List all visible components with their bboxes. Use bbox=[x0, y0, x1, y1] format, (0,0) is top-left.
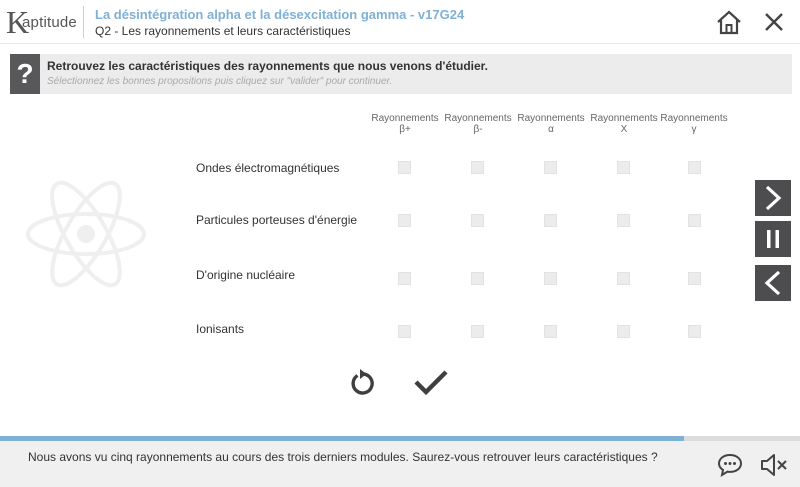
column-header-line2: X bbox=[620, 124, 628, 135]
column-header-line2: β- bbox=[473, 124, 483, 135]
close-button[interactable] bbox=[760, 8, 788, 36]
validate-button[interactable] bbox=[413, 366, 449, 398]
logo-text: aptitude bbox=[22, 14, 77, 31]
close-icon bbox=[765, 13, 783, 31]
column-header-beta-plus: Rayonnements β+ bbox=[365, 113, 445, 135]
checkbox-r4-alpha[interactable] bbox=[544, 325, 557, 338]
row-label-energy-particles: Particules porteuses d'énergie bbox=[196, 213, 358, 227]
checkbox-r2-beta-minus[interactable] bbox=[471, 214, 484, 227]
reset-icon bbox=[351, 369, 374, 395]
checkbox-r4-beta-minus[interactable] bbox=[471, 325, 484, 338]
column-header-beta-minus: Rayonnements β- bbox=[438, 113, 518, 135]
atom-icon bbox=[26, 180, 146, 288]
checkbox-r2-x[interactable] bbox=[617, 214, 630, 227]
column-header-line1: Rayonnements bbox=[590, 113, 658, 124]
footer: Nous avons vu cinq rayonnements au cours… bbox=[0, 441, 800, 487]
pause-icon bbox=[767, 230, 779, 248]
checkbox-r4-x[interactable] bbox=[617, 325, 630, 338]
pause-button[interactable] bbox=[755, 221, 791, 257]
row-label-electromagnetic: Ondes électromagnétiques bbox=[196, 161, 340, 175]
home-icon bbox=[717, 10, 741, 35]
previous-button[interactable] bbox=[755, 265, 791, 301]
checkbox-r2-beta-plus[interactable] bbox=[398, 214, 411, 227]
column-header-alpha: Rayonnements α bbox=[511, 113, 591, 135]
checkbox-r4-gamma[interactable] bbox=[688, 325, 701, 338]
column-header-line1: Rayonnements bbox=[660, 113, 728, 124]
checkbox-r1-gamma[interactable] bbox=[688, 161, 701, 174]
home-button[interactable] bbox=[714, 8, 744, 36]
chat-button[interactable] bbox=[717, 452, 743, 478]
checkbox-r4-beta-plus[interactable] bbox=[398, 325, 411, 338]
sound-button[interactable] bbox=[759, 452, 789, 478]
header: K aptitude La désintégration alpha et la… bbox=[0, 0, 800, 44]
chevron-right-icon bbox=[765, 185, 782, 211]
chat-icon bbox=[717, 453, 743, 478]
checkbox-r2-gamma[interactable] bbox=[688, 214, 701, 227]
checkbox-r1-beta-minus[interactable] bbox=[471, 161, 484, 174]
row-label-nuclear-origin: D'origine nucléaire bbox=[196, 268, 296, 282]
question-text: Retrouvez les caractéristiques des rayon… bbox=[47, 59, 488, 73]
column-header-line1: Rayonnements bbox=[444, 113, 512, 124]
column-header-line2: α bbox=[548, 124, 554, 135]
checkbox-r1-x[interactable] bbox=[617, 161, 630, 174]
checkbox-r1-alpha[interactable] bbox=[544, 161, 557, 174]
checkbox-r1-beta-plus[interactable] bbox=[398, 161, 411, 174]
column-header-gamma: Rayonnements γ bbox=[654, 113, 734, 135]
checkbox-r3-alpha[interactable] bbox=[544, 272, 557, 285]
column-header-line2: β+ bbox=[399, 124, 411, 135]
header-divider bbox=[83, 6, 84, 38]
column-header-line1: Rayonnements bbox=[371, 113, 439, 124]
checkmark-icon bbox=[414, 370, 448, 396]
question-subtitle: Q2 - Les rayonnements et leurs caractéri… bbox=[95, 24, 351, 38]
speaker-icon bbox=[761, 454, 787, 476]
checkbox-r3-beta-minus[interactable] bbox=[471, 272, 484, 285]
question-mark-icon: ? bbox=[10, 54, 40, 94]
reset-button[interactable] bbox=[347, 366, 377, 398]
module-title: La désintégration alpha et la désexcitat… bbox=[95, 7, 465, 22]
kaptitude-logo: K aptitude bbox=[6, 4, 86, 40]
row-label-ionizing: Ionisants bbox=[196, 322, 245, 336]
column-header-line2: γ bbox=[691, 124, 697, 135]
checkbox-r3-x[interactable] bbox=[617, 272, 630, 285]
checkbox-r2-alpha[interactable] bbox=[544, 214, 557, 227]
narration-text: Nous avons vu cinq rayonnements au cours… bbox=[28, 450, 658, 464]
checkbox-r3-gamma[interactable] bbox=[688, 272, 701, 285]
chevron-left-icon bbox=[764, 270, 781, 296]
question-hint: Sélectionnez les bonnes propositions pui… bbox=[47, 76, 393, 87]
checkbox-r3-beta-plus[interactable] bbox=[398, 272, 411, 285]
column-header-x: Rayonnements X bbox=[584, 113, 664, 135]
question-bar: ? Retrouvez les caractéristiques des ray… bbox=[10, 54, 792, 94]
column-header-line1: Rayonnements bbox=[517, 113, 585, 124]
next-button[interactable] bbox=[755, 180, 791, 216]
